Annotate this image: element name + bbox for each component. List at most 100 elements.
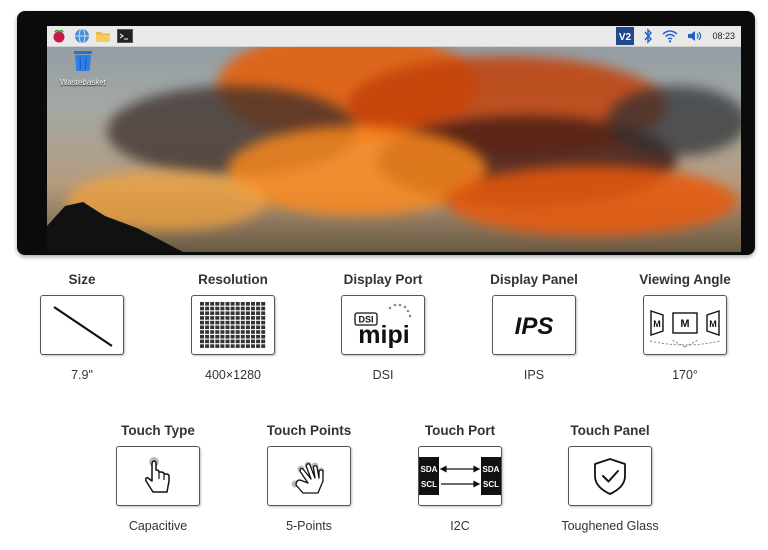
- pixel-cell: [230, 320, 235, 325]
- pixel-cell: [210, 334, 215, 339]
- pixel-cell: [230, 325, 235, 330]
- pixel-cell: [215, 316, 220, 320]
- pixel-cell: [256, 302, 261, 306]
- pixel-cell: [261, 339, 266, 344]
- pixel-cell: [210, 302, 215, 306]
- pixel-cell: [240, 334, 245, 339]
- pixel-cell: [215, 339, 220, 344]
- pixel-cell: [220, 316, 225, 320]
- spec-icon-box: [40, 295, 124, 355]
- pixel-cell: [220, 334, 225, 339]
- pixel-cell: [245, 302, 250, 306]
- pixel-cell: [251, 334, 255, 339]
- spec-icon-box: [267, 446, 351, 506]
- multi-touch-hand-icon: [291, 461, 325, 494]
- mountain-silhouette: [47, 202, 184, 252]
- web-browser-icon[interactable]: [74, 28, 90, 44]
- pixel-cell: [235, 302, 240, 306]
- pixel-cell: [261, 334, 266, 339]
- pixel-cell: [245, 330, 250, 334]
- wallpaper-cloud: [607, 86, 741, 156]
- wifi-icon[interactable]: [662, 29, 678, 43]
- pixel-cell: [256, 316, 261, 320]
- pixel-grid-icon: [200, 302, 266, 348]
- spec-title: Resolution: [198, 272, 268, 287]
- pixel-cell: [230, 306, 235, 311]
- m-text: M: [653, 319, 661, 329]
- pixel-cell: [210, 330, 215, 334]
- viewing-angle-icon: M M M: [649, 310, 721, 348]
- spec-title: Touch Port: [424, 423, 496, 438]
- pixel-cell: [220, 339, 225, 344]
- spec-icon-box: DSI mipi: [341, 295, 425, 355]
- file-manager-icon[interactable]: [95, 28, 111, 44]
- spec-value: Toughened Glass: [561, 519, 659, 533]
- pixel-cell: [240, 311, 245, 315]
- pixel-cell: [240, 316, 245, 320]
- spec-size: Size 7.9": [22, 271, 142, 383]
- spec-value: 5-Points: [286, 519, 332, 533]
- spec-touch-points: Touch Points 5-Points: [249, 422, 369, 534]
- pixel-cell: [225, 302, 230, 306]
- spec-touch-panel: Touch Panel Toughened Glass: [550, 422, 670, 534]
- pixel-cell: [205, 311, 210, 315]
- pixel-cell: [205, 325, 210, 330]
- spec-title: Touch Type: [121, 423, 195, 438]
- pixel-cell: [200, 320, 204, 325]
- pixel-cell: [240, 302, 245, 306]
- pixel-cell: [261, 316, 266, 320]
- pixel-cell: [200, 339, 204, 344]
- bluetooth-icon[interactable]: [643, 28, 653, 44]
- pixel-cell: [245, 316, 250, 320]
- sda-text: SDA: [421, 465, 438, 474]
- shield-check-icon: [594, 458, 626, 495]
- pixel-cell: [251, 339, 255, 344]
- pixel-cell: [245, 344, 250, 348]
- wastebasket-label: Wastebasket: [60, 78, 106, 87]
- pixel-cell: [225, 311, 230, 315]
- pixel-cell: [235, 344, 240, 348]
- pixel-cell: [210, 306, 215, 311]
- pixel-cell: [215, 302, 220, 306]
- pixel-cell: [256, 311, 261, 315]
- pixel-cell: [220, 330, 225, 334]
- pixel-cell: [225, 334, 230, 339]
- pixel-cell: [200, 306, 204, 311]
- spec-resolution: Resolution 400×1280: [173, 271, 293, 383]
- mipi-text: mipi: [358, 321, 409, 349]
- pixel-cell: [245, 306, 250, 311]
- vnc-icon[interactable]: V2: [616, 27, 635, 45]
- pixel-cell: [215, 330, 220, 334]
- spec-value: 7.9": [71, 368, 93, 382]
- wastebasket-desktop-icon[interactable]: Wastebasket: [53, 50, 113, 87]
- pixel-cell: [230, 334, 235, 339]
- spec-title: Size: [68, 272, 96, 287]
- m-text: M: [680, 318, 689, 330]
- pixel-cell: [225, 330, 230, 334]
- pixel-cell: [200, 325, 204, 330]
- pixel-cell: [261, 344, 266, 348]
- pixel-cell: [205, 306, 210, 311]
- pixel-cell: [251, 316, 255, 320]
- pixel-cell: [235, 334, 240, 339]
- pixel-cell: [256, 330, 261, 334]
- pixel-cell: [210, 325, 215, 330]
- pixel-cell: [245, 334, 250, 339]
- scl-text: SCL: [483, 480, 499, 489]
- pixel-cell: [215, 311, 220, 315]
- pixel-cell: [245, 339, 250, 344]
- pixel-cell: [220, 320, 225, 325]
- pixel-cell: [230, 316, 235, 320]
- terminal-icon[interactable]: [117, 28, 133, 44]
- taskbar-clock[interactable]: 08:23: [712, 31, 735, 41]
- volume-icon[interactable]: [687, 29, 703, 43]
- spec-title: Touch Panel: [570, 423, 650, 438]
- pixel-cell: [240, 320, 245, 325]
- desktop-screen: V2 08:23 Wastebasket: [47, 26, 741, 252]
- raspberry-menu-icon[interactable]: [51, 28, 67, 44]
- pixel-cell: [200, 311, 204, 315]
- spec-title: Display Panel: [490, 272, 578, 287]
- pixel-cell: [245, 320, 250, 325]
- spec-icon-box: [116, 446, 200, 506]
- pixel-cell: [225, 339, 230, 344]
